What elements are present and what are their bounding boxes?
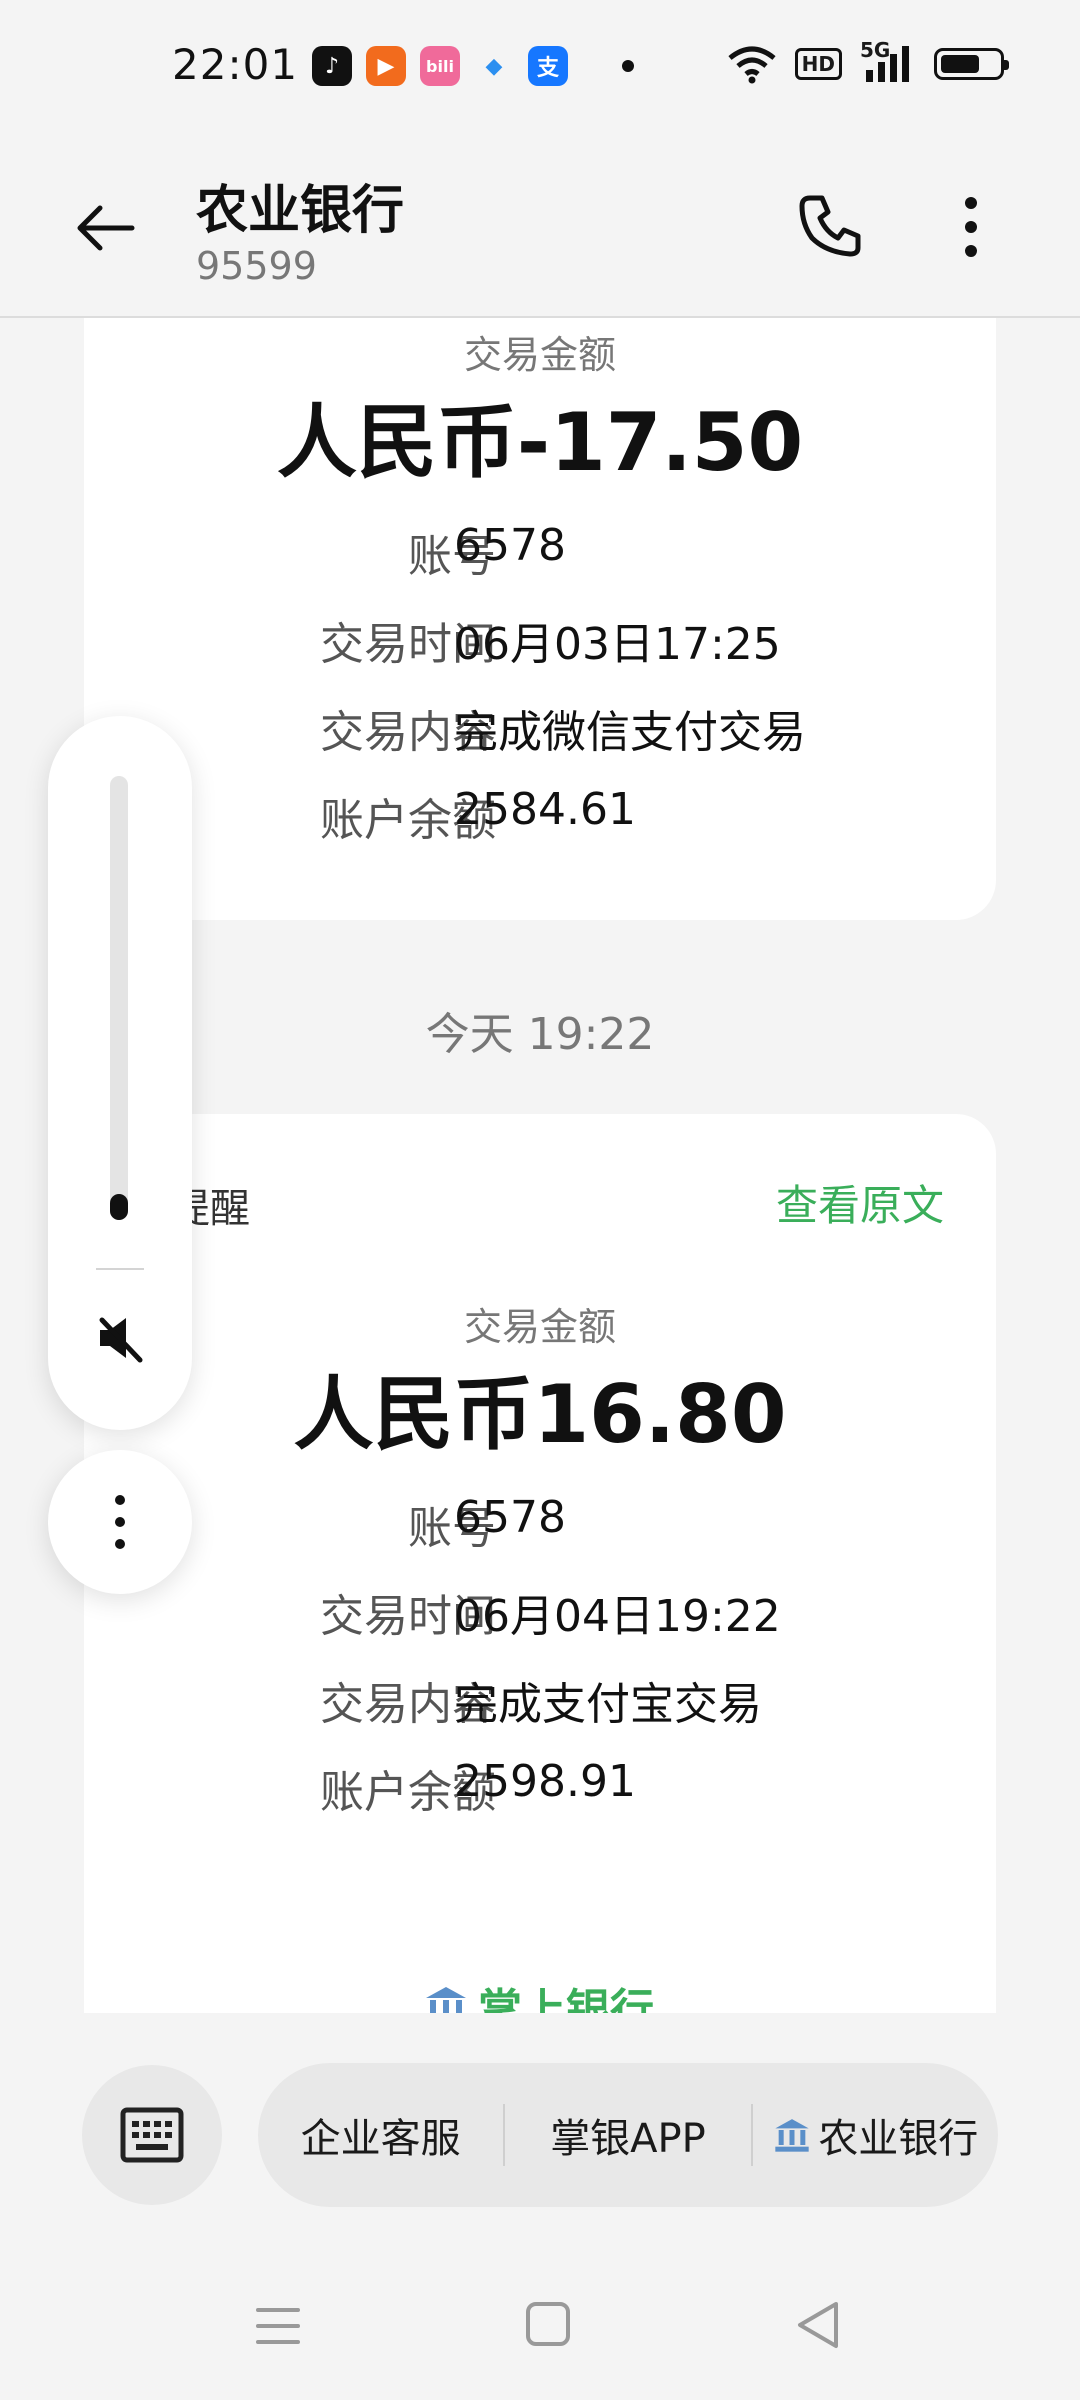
mobile-bank-label: 掌上银行 <box>478 1985 654 2013</box>
message-card[interactable]: 交易金额 人民币-17.50 账号 6578 交易时间 06月03日17:25 … <box>84 318 996 920</box>
bank-icon <box>426 1987 466 2013</box>
more-notifications-dot <box>622 60 634 72</box>
status-indicators: HD 5G <box>727 38 1009 84</box>
contact-number: 95599 <box>196 244 317 288</box>
volume-divider <box>96 1268 144 1270</box>
amount-label: 交易金额 <box>463 1305 616 1349</box>
more-options-icon[interactable] <box>944 194 998 260</box>
mobile-bank-link[interactable]: 掌上银行 <box>422 1974 654 2013</box>
recent-apps-icon[interactable] <box>252 2300 304 2352</box>
detail-value: 06月03日17:25 <box>454 619 781 670</box>
detail-value: 6578 <box>454 520 566 571</box>
keyboard-icon <box>120 2107 184 2163</box>
detail-row: 账户余额 2598.91 <box>84 1756 996 1818</box>
back-triangle-icon[interactable] <box>792 2298 844 2352</box>
system-navigation-bar <box>0 2270 1080 2380</box>
hd-badge: HD <box>794 48 842 80</box>
bilibili-icon: bili <box>420 46 460 86</box>
detail-value: 2584.61 <box>454 784 636 835</box>
detail-value: 06月04日19:22 <box>454 1591 781 1642</box>
cellular-signal-icon: 5G <box>860 38 916 84</box>
douyin-icon: ♪ <box>312 46 352 86</box>
transaction-amount: 人民币-17.50 <box>276 396 804 489</box>
amount-label: 交易金额 <box>463 333 616 377</box>
message-card[interactable]: 易提醒 查看原文 交易金额 人民币16.80 账号 6578 交易时间 06月0… <box>84 1114 996 2013</box>
detail-row: 账户余额 2584.61 <box>84 784 996 846</box>
battery-icon <box>934 48 1009 80</box>
conversation-header: 农业银行 95599 <box>0 138 1080 318</box>
feather-app-icon: ◆ <box>474 46 514 86</box>
volume-panel <box>48 716 192 1430</box>
volume-slider[interactable] <box>110 776 128 1220</box>
vertical-dots-icon <box>115 1495 125 1549</box>
detail-value: 2598.91 <box>454 1756 636 1807</box>
keyboard-toggle-button[interactable] <box>82 2065 222 2205</box>
wifi-icon <box>728 46 776 84</box>
notification-icons: ♪ ▶ bili ◆ 支 <box>312 46 634 86</box>
menu-mobile-bank-app[interactable]: 掌银APP <box>505 2063 750 2207</box>
detail-row: 账号 6578 <box>84 520 996 582</box>
back-arrow-icon[interactable] <box>74 196 138 260</box>
bank-icon <box>775 2119 809 2152</box>
status-bar: 22:01 ♪ ▶ bili ◆ 支 HD 5G <box>0 0 1080 138</box>
transaction-amount: 人民币16.80 <box>293 1368 787 1461</box>
detail-value: 6578 <box>454 1492 566 1543</box>
detail-row: 交易时间 06月04日19:22 <box>84 1580 996 1642</box>
menu-enterprise-service[interactable]: 企业客服 <box>258 2063 503 2207</box>
quick-menu: 企业客服 掌银APP 农业银行 <box>258 2063 998 2207</box>
contact-name: 农业银行 <box>196 181 405 241</box>
status-time: 22:01 <box>172 40 299 89</box>
detail-value: 完成微信支付交易 <box>454 707 806 758</box>
detail-row: 交易时间 06月03日17:25 <box>84 608 996 670</box>
speaker-muted-icon[interactable] <box>94 1310 146 1366</box>
phone-call-icon[interactable] <box>796 190 866 260</box>
kuaishou-icon: ▶ <box>366 46 406 86</box>
menu-abc-bank[interactable]: 农业银行 <box>753 2063 998 2207</box>
home-icon[interactable] <box>524 2300 572 2348</box>
detail-row: 账号 6578 <box>84 1492 996 1554</box>
volume-more-button[interactable] <box>48 1450 192 1594</box>
detail-value: 完成支付宝交易 <box>454 1679 762 1730</box>
detail-row: 交易内容 完成支付宝交易 <box>84 1668 996 1730</box>
view-original-link[interactable]: 查看原文 <box>776 1172 944 1233</box>
volume-slider-thumb[interactable] <box>110 1194 128 1220</box>
bottom-menu-bar: 企业客服 掌银APP 农业银行 <box>0 2015 1080 2400</box>
detail-row: 交易内容 完成微信支付交易 <box>84 696 996 758</box>
alipay-icon: 支 <box>528 46 568 86</box>
